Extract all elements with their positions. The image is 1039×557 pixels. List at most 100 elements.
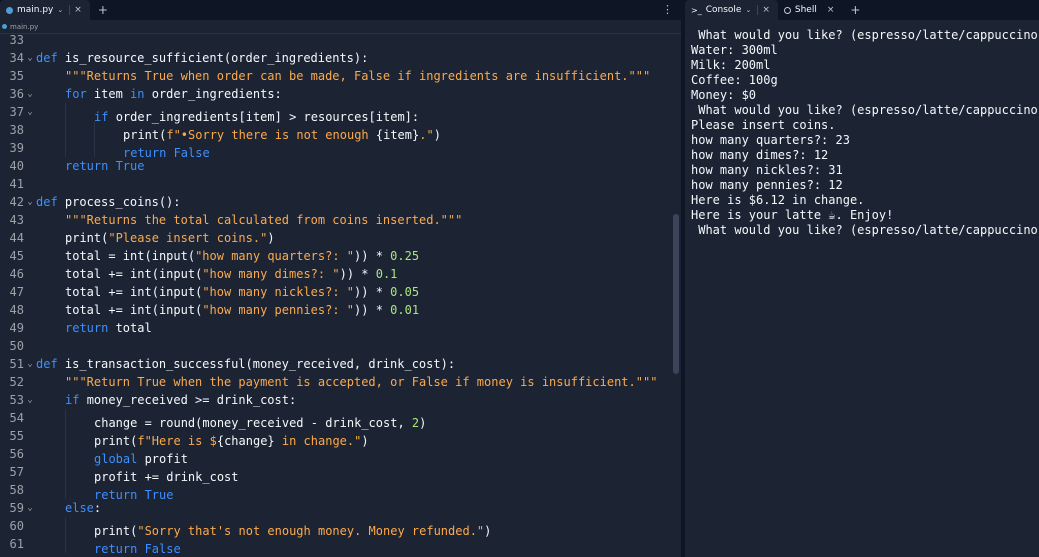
code-line[interactable]: 37 ⌄ if order_ingredients[item] > resource… xyxy=(0,103,671,124)
chevron-down-icon[interactable]: ⌄ xyxy=(745,6,751,14)
tab-console[interactable]: >_ Console ⌄ × xyxy=(685,0,778,20)
code-line[interactable]: 34 ⌄ def is_resource_sufficient(order_ingr… xyxy=(0,49,671,67)
editor-scrollbar[interactable] xyxy=(673,214,679,374)
fold-chevron-icon[interactable]: ⌄ xyxy=(24,391,36,409)
fold-gutter xyxy=(24,337,36,355)
fold-chevron-icon[interactable]: ⌄ xyxy=(24,85,36,103)
add-tab-button[interactable]: + xyxy=(842,3,868,17)
code-token: 0.01 xyxy=(390,303,420,317)
console-pane[interactable]: >_ Console ⌄ × Shell × + What would you … xyxy=(685,0,1039,557)
code-line[interactable]: 42 ⌄ def process_coins(): xyxy=(0,193,671,211)
code-line[interactable]: 51 ⌄ def is_transaction_successful(money_r… xyxy=(0,355,671,373)
indent-guide xyxy=(94,121,123,139)
code-line[interactable]: 36 ⌄ for item in order_ingredients: xyxy=(0,85,671,103)
code-token: input xyxy=(151,249,188,263)
line-number: 44 xyxy=(9,231,24,245)
code-token: True xyxy=(144,488,174,502)
fold-gutter xyxy=(24,319,36,337)
code-line[interactable]: 60 print("Sorry that's not enough money. … xyxy=(0,517,671,538)
fold-gutter xyxy=(24,427,36,445)
code-line[interactable]: 58 return True xyxy=(0,481,671,502)
code-token: ) xyxy=(361,434,369,448)
code-text: total += int(input("how many nickles?: "… xyxy=(36,283,419,301)
editor-tabbar: main.py ⌄ × + ⋮ xyxy=(0,0,681,20)
code-area[interactable]: 33 34 ⌄ def is_resource_sufficient(order_in… xyxy=(0,34,671,557)
code-line[interactable]: 35 """Returns True when order can be made… xyxy=(0,67,671,85)
code-token: return xyxy=(94,542,145,556)
code-token: False xyxy=(173,146,210,160)
code-line[interactable]: 45 total = int(input("how many quarters?:… xyxy=(0,247,671,265)
code-line[interactable]: 38 print(f"•Sorry there is not enough {it… xyxy=(0,121,671,142)
console-line: Water: 300ml xyxy=(691,43,778,57)
code-text: print("Sorry that's not enough money. Mo… xyxy=(36,517,491,538)
code-line[interactable]: 55 print(f"Here is ${change} in change.") xyxy=(0,427,671,448)
fold-chevron-icon[interactable]: ⌄ xyxy=(24,355,36,373)
code-token: int xyxy=(130,267,152,281)
line-number: 54 xyxy=(9,411,24,425)
code-token: return xyxy=(65,159,116,173)
close-icon[interactable]: × xyxy=(823,5,837,15)
code-token: for xyxy=(65,87,94,101)
close-icon[interactable]: × xyxy=(757,5,772,15)
console-line: What would you like? (espresso/latte/cap… xyxy=(691,223,1039,237)
code-token: {item} xyxy=(375,128,420,142)
code-token: (): xyxy=(158,195,181,209)
code-line[interactable]: 53 ⌄ if money_received >= drink_cost: xyxy=(0,391,671,409)
chevron-down-icon[interactable]: ⌄ xyxy=(57,6,63,14)
code-line[interactable]: 47 total += int(input("how many nickles?:… xyxy=(0,283,671,301)
code-token: : xyxy=(93,501,102,515)
indent-guide xyxy=(65,481,94,499)
code-token: (order_ingredients): xyxy=(223,51,369,65)
fold-gutter xyxy=(24,265,36,283)
code-text: print(f"•Sorry there is not enough {item… xyxy=(36,121,441,142)
close-icon[interactable]: × xyxy=(69,5,84,15)
line-number: 38 xyxy=(9,123,24,137)
code-line[interactable]: 50 xyxy=(0,337,671,355)
fold-gutter xyxy=(24,67,36,85)
code-line[interactable]: 52 """Return True when the payment is acc… xyxy=(0,373,671,391)
breadcrumb: main.py xyxy=(0,20,681,34)
code-line[interactable]: 44 print("Please insert coins.") xyxy=(0,229,671,247)
code-line[interactable]: 33 xyxy=(0,34,671,49)
code-editor-pane[interactable]: main.py ⌄ × + ⋮ main.py 33 34 ⌄ def is_reso… xyxy=(0,0,681,557)
fold-gutter xyxy=(24,211,36,229)
code-line[interactable]: 54 change = round(money_received - drink_… xyxy=(0,409,671,430)
code-line[interactable]: 43 """Returns the total calculated from c… xyxy=(0,211,671,229)
fold-chevron-icon[interactable]: ⌄ xyxy=(24,49,36,67)
indent-guide xyxy=(65,463,94,481)
code-token: else xyxy=(65,501,94,515)
code-line[interactable]: 49 return total xyxy=(0,319,671,337)
code-token: input xyxy=(158,303,196,317)
code-line[interactable]: 41 xyxy=(0,175,671,193)
code-line[interactable]: 40 return True xyxy=(0,157,671,175)
more-options-icon[interactable]: ⋮ xyxy=(662,3,673,16)
fold-chevron-icon[interactable]: ⌄ xyxy=(24,499,36,517)
code-token: print xyxy=(65,231,102,245)
add-tab-button[interactable]: + xyxy=(90,3,116,17)
console-line: how many quarters?: 23 xyxy=(691,133,850,147)
line-number: 50 xyxy=(9,339,24,353)
code-line[interactable]: 48 total += int(input("how many pennies?:… xyxy=(0,301,671,319)
line-number: 39 xyxy=(9,141,24,155)
tab-main-py[interactable]: main.py ⌄ × xyxy=(0,0,90,20)
code-text: def is_resource_sufficient(order_ingredi… xyxy=(36,49,368,67)
line-number: 51 xyxy=(9,357,24,371)
tab-shell[interactable]: Shell × xyxy=(778,0,843,20)
fold-gutter xyxy=(24,463,36,481)
code-line[interactable]: 57 profit += drink_cost xyxy=(0,463,671,484)
breadcrumb-file[interactable]: main.py xyxy=(10,23,38,31)
indent-guide xyxy=(65,409,94,427)
code-text: print(f"Here is ${change} in change.") xyxy=(36,427,369,448)
fold-chevron-icon[interactable]: ⌄ xyxy=(24,103,36,121)
code-line[interactable]: 59 ⌄ else: xyxy=(0,499,671,517)
code-token: (money_received, drink_cost): xyxy=(245,357,456,371)
code-text: change = round(money_received - drink_co… xyxy=(36,409,426,430)
console-line: Here is $6.12 in change. xyxy=(691,193,865,207)
code-line[interactable]: 46 total += int(input("how many dimes?: "… xyxy=(0,265,671,283)
fold-gutter xyxy=(24,445,36,463)
fold-gutter xyxy=(24,535,36,553)
console-output[interactable]: What would you like? (espresso/latte/cap… xyxy=(691,28,1039,238)
fold-gutter xyxy=(24,517,36,535)
console-line: Money: $0 xyxy=(691,88,757,102)
fold-chevron-icon[interactable]: ⌄ xyxy=(24,193,36,211)
